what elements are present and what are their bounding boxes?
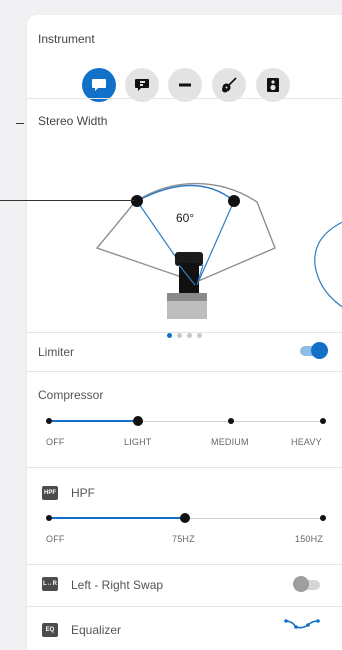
compressor-stop-medium[interactable] (228, 418, 234, 424)
compressor-option-medium[interactable]: MEDIUM (211, 437, 249, 447)
compressor-option-off[interactable]: OFF (46, 437, 65, 447)
pager-dot-3[interactable] (187, 333, 192, 338)
speaker-icon (267, 78, 279, 92)
compressor-stop-heavy[interactable] (320, 418, 326, 424)
stereo-angle-label: 60° (176, 211, 195, 225)
microphone-icon (167, 252, 207, 319)
compressor-slider[interactable] (27, 415, 342, 429)
divider-6 (27, 606, 342, 607)
compressor-label: Compressor (38, 388, 104, 402)
instrument-button-vocal[interactable] (82, 68, 116, 102)
hpf-stop-off[interactable] (46, 515, 52, 521)
leader-line-top (16, 123, 24, 124)
instrument-button-speech[interactable] (125, 68, 159, 102)
compressor-stop-off[interactable] (46, 418, 52, 424)
speech-bubble-alt-icon (135, 79, 149, 91)
next-card-peek (314, 221, 342, 308)
divider-3 (27, 371, 342, 372)
hpf-option-150hz[interactable]: 150HZ (295, 534, 323, 544)
divider-1 (27, 98, 342, 99)
hpf-option-75hz[interactable]: 75HZ (172, 534, 195, 544)
speech-bubble-icon (92, 79, 106, 91)
pager-dot-1[interactable] (167, 333, 172, 338)
hpf-stop-150hz[interactable] (320, 515, 326, 521)
eq-tag-icon: EQ (42, 623, 58, 637)
instrument-button-flat[interactable] (168, 68, 202, 102)
divider-4 (27, 467, 342, 468)
compressor-track-fill (49, 420, 138, 422)
hpf-thumb[interactable] (180, 513, 190, 523)
stereo-handle-left[interactable] (131, 195, 143, 207)
stereo-handle-right[interactable] (228, 195, 240, 207)
stereo-ray-right (196, 200, 235, 286)
hpf-option-off[interactable]: OFF (46, 534, 65, 544)
swap-toggle-knob (293, 576, 309, 592)
compressor-thumb[interactable] (133, 416, 143, 426)
limiter-toggle[interactable] (297, 341, 331, 361)
limiter-label: Limiter (38, 345, 75, 359)
divider-5 (27, 564, 342, 565)
stereo-width-visualizer[interactable] (27, 165, 342, 325)
divider-2 (27, 332, 342, 333)
hpf-label: HPF (71, 486, 95, 500)
hpf-tag-icon: HPF (42, 486, 58, 500)
compressor-option-heavy[interactable]: HEAVY (291, 437, 322, 447)
pager-dot-4[interactable] (197, 333, 202, 338)
settings-card: Instrument Stereo Width 60° Limiter Comp… (27, 15, 342, 650)
guitar-icon (222, 77, 237, 93)
pager-dot-2[interactable] (177, 333, 182, 338)
compressor-option-light[interactable]: LIGHT (124, 437, 152, 447)
stereo-width-label: Stereo Width (38, 114, 108, 128)
instrument-button-speaker[interactable] (256, 68, 290, 102)
swap-tag-icon: L↔R (42, 577, 58, 591)
leader-line-stereo (0, 200, 135, 201)
minus-icon (179, 83, 191, 87)
equalizer-label: Equalizer (71, 623, 122, 637)
instrument-button-guitar[interactable] (212, 68, 246, 102)
swap-label: Left - Right Swap (71, 578, 164, 592)
hpf-slider[interactable] (27, 512, 342, 526)
limiter-toggle-knob (311, 342, 328, 359)
swap-toggle[interactable] (291, 575, 325, 595)
equalizer-curve-icon[interactable] (284, 617, 320, 631)
instrument-label: Instrument (38, 32, 95, 46)
hpf-track-fill (49, 517, 185, 519)
app-screen: Instrument Stereo Width 60° Limiter Comp… (0, 0, 342, 650)
